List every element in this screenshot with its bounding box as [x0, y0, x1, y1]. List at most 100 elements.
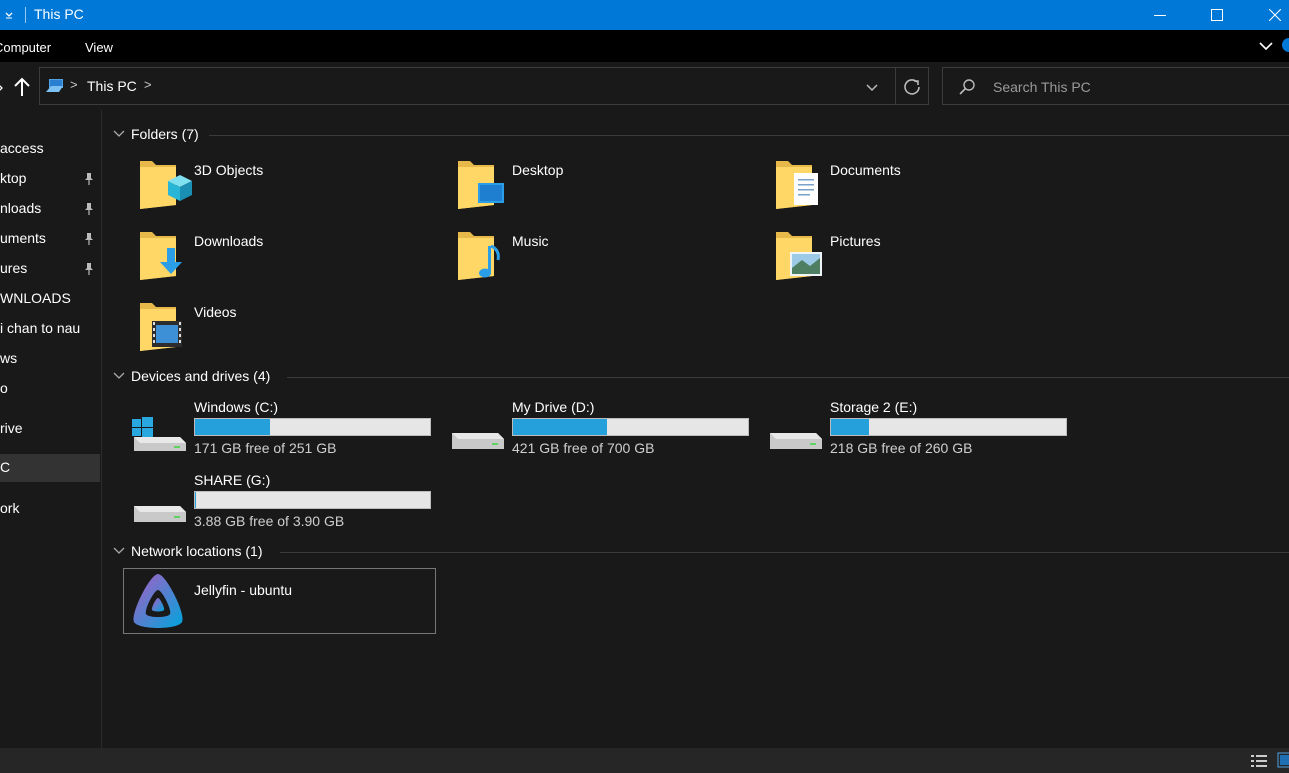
this-pc-icon [46, 79, 63, 92]
folder-item-documents[interactable]: Documents [774, 157, 1074, 217]
folder-name: Downloads [194, 233, 264, 249]
drive-free-space: 218 GB free of 260 GB [830, 440, 973, 456]
folder-item-downloads[interactable]: Downloads [138, 228, 438, 288]
collapse-chevron-icon[interactable] [113, 129, 125, 139]
pin-icon [85, 173, 93, 185]
network-location-jellyfin[interactable]: Jellyfin - ubuntu [123, 568, 436, 634]
expand-ribbon-icon[interactable] [1258, 40, 1274, 52]
breadcrumb-this-pc[interactable]: This PC [87, 78, 137, 94]
breadcrumb-chevron[interactable]: > [144, 77, 152, 92]
sidebar-item-pictures[interactable]: ures [0, 255, 100, 283]
sidebar-item-this-pc[interactable]: C [0, 454, 100, 482]
group-header-devices-and-drives[interactable]: Devices and drives (4) [103, 367, 1289, 387]
drive-item-windows-c[interactable]: Windows (C:) 171 GB free of 251 GB [130, 399, 450, 465]
collapse-chevron-icon[interactable] [113, 371, 125, 381]
breadcrumb-chevron[interactable]: > [70, 77, 78, 92]
group-divider [287, 377, 1289, 378]
sidebar-item-downloads-folder[interactable]: WNLOADS [0, 285, 100, 313]
drive-usage-fill [513, 419, 607, 435]
maximize-icon [1211, 9, 1223, 21]
desktop-folder-icon [458, 161, 504, 209]
sidebar-item-network[interactable]: ork [0, 495, 100, 523]
recent-locations-icon[interactable] [0, 82, 6, 92]
help-icon[interactable] [1282, 38, 1289, 52]
folder-item-pictures[interactable]: Pictures [774, 228, 1074, 288]
windows-drive-icon [132, 417, 186, 451]
sidebar-item-onedrive[interactable]: rive [0, 415, 100, 443]
drive-usage-bar [830, 418, 1067, 436]
sidebar-item-documents[interactable]: uments [0, 225, 100, 253]
folder-item-videos[interactable]: Videos [138, 299, 438, 359]
drive-name: Storage 2 (E:) [830, 399, 918, 415]
sidebar-item-chan-to-nau[interactable]: i chan to nau [0, 315, 100, 343]
sidebar-item-downloads[interactable]: nloads [0, 195, 100, 223]
group-divider [209, 135, 1289, 136]
up-arrow-icon[interactable] [12, 76, 32, 98]
drive-item-storage-2-e[interactable]: Storage 2 (E:) 218 GB free of 260 GB [766, 399, 1086, 465]
folder-name: Pictures [830, 233, 881, 249]
search-box[interactable] [942, 67, 1289, 105]
drive-name: SHARE (G:) [194, 472, 271, 488]
sidebar-item-label: WNLOADS [0, 290, 71, 306]
file-list-pane: Folders (7) 3D Objects Desktop Documents… [103, 110, 1289, 748]
sidebar-item-label: ork [0, 500, 20, 516]
folder-item-desktop[interactable]: Desktop [456, 157, 756, 217]
folder-item-music[interactable]: Music [456, 228, 756, 288]
address-bar[interactable]: > This PC > [39, 67, 929, 105]
maximize-button[interactable] [1194, 0, 1240, 30]
drive-usage-fill [195, 419, 271, 435]
sidebar-item-label: access [0, 140, 44, 156]
collapse-chevron-icon[interactable] [113, 546, 125, 556]
3d-objects-folder-icon [140, 161, 192, 209]
sidebar-item-label: uments [0, 230, 46, 246]
drive-item-share-g[interactable]: SHARE (G:) 3.88 GB free of 3.90 GB [130, 472, 450, 538]
sidebar-item-videos[interactable]: o [0, 375, 100, 403]
drive-name: My Drive (D:) [512, 399, 595, 415]
sidebar-item-label: C [0, 459, 11, 475]
drive-usage-fill [195, 492, 197, 508]
title-bar: This PC [0, 0, 1289, 30]
pin-icon [85, 233, 93, 245]
videos-folder-icon [140, 303, 182, 351]
search-input[interactable] [993, 77, 1273, 97]
group-title: Folders (7) [131, 126, 199, 142]
title-separator [25, 7, 26, 23]
folder-name: Desktop [512, 162, 564, 178]
sidebar-item-label: nloads [0, 200, 42, 216]
sidebar-item-label: ures [0, 260, 28, 276]
group-title: Network locations (1) [131, 543, 263, 559]
group-title: Devices and drives (4) [131, 368, 271, 384]
minimize-button[interactable] [1137, 0, 1183, 30]
group-header-network-locations[interactable]: Network locations (1) [103, 542, 1289, 562]
minimize-icon [1154, 15, 1166, 16]
close-button[interactable] [1252, 0, 1289, 30]
folder-item-3d-objects[interactable]: 3D Objects [138, 157, 438, 217]
tab-view[interactable]: View [85, 40, 113, 55]
sidebar-item-label: ktop [0, 170, 27, 186]
navigation-bar: > This PC > [0, 62, 1289, 110]
close-icon [1269, 9, 1281, 21]
drive-usage-bar [194, 418, 431, 436]
quick-access-dropdown-icon[interactable] [4, 10, 14, 20]
refresh-icon[interactable] [902, 77, 922, 97]
sidebar-item-windows[interactable]: ws [0, 345, 100, 373]
drive-name: Windows (C:) [194, 399, 279, 415]
hard-drive-icon [452, 433, 504, 449]
downloads-folder-icon [140, 232, 182, 280]
folder-name: Documents [830, 162, 901, 178]
large-icons-view-icon[interactable] [1277, 752, 1289, 768]
drive-free-space: 3.88 GB free of 3.90 GB [194, 513, 345, 529]
sidebar-item-label: ws [0, 350, 18, 366]
sidebar-item-quick-access[interactable]: access [0, 135, 100, 163]
sidebar-item-label: o [0, 380, 8, 396]
sidebar-item-desktop[interactable]: ktop [0, 165, 100, 193]
search-icon [959, 79, 975, 95]
address-dropdown-icon[interactable] [864, 80, 880, 94]
drive-usage-fill [831, 419, 869, 435]
network-location-name: Jellyfin - ubuntu [194, 582, 293, 598]
tab-computer[interactable]: Computer [0, 40, 51, 55]
folder-name: 3D Objects [194, 162, 264, 178]
group-header-folders[interactable]: Folders (7) [103, 125, 1289, 145]
drive-item-my-drive-d[interactable]: My Drive (D:) 421 GB free of 700 GB [448, 399, 768, 465]
details-view-icon[interactable] [1250, 753, 1268, 769]
